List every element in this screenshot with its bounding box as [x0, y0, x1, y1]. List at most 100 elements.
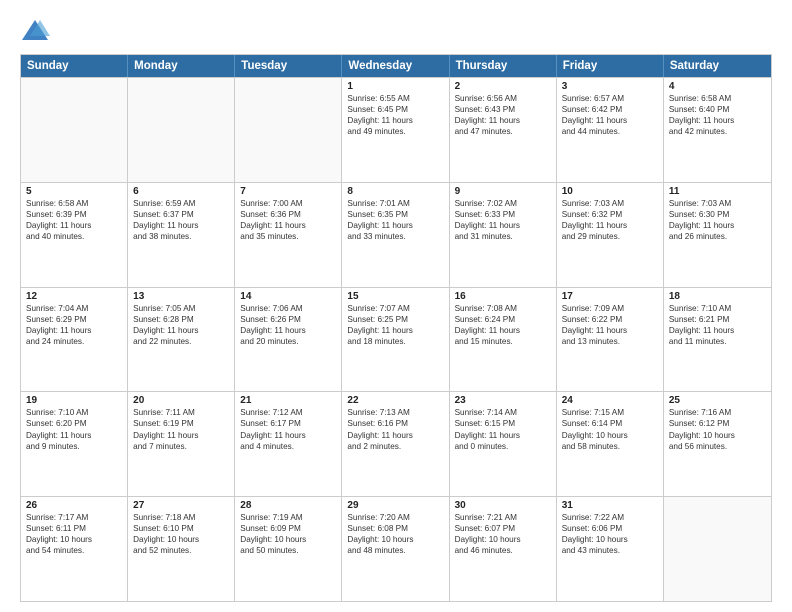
- day-number: 28: [240, 500, 336, 511]
- day-number: 22: [347, 395, 443, 406]
- calendar-header: SundayMondayTuesdayWednesdayThursdayFrid…: [21, 55, 771, 77]
- day-header-wednesday: Wednesday: [342, 55, 449, 77]
- day-info: Sunrise: 7:19 AM Sunset: 6:09 PM Dayligh…: [240, 512, 336, 556]
- empty-cell: [235, 78, 342, 182]
- calendar: SundayMondayTuesdayWednesdayThursdayFrid…: [20, 54, 772, 602]
- day-header-friday: Friday: [557, 55, 664, 77]
- day-info: Sunrise: 6:59 AM Sunset: 6:37 PM Dayligh…: [133, 198, 229, 242]
- day-cell-14: 14Sunrise: 7:06 AM Sunset: 6:26 PM Dayli…: [235, 288, 342, 392]
- day-info: Sunrise: 7:10 AM Sunset: 6:20 PM Dayligh…: [26, 407, 122, 451]
- day-info: Sunrise: 7:13 AM Sunset: 6:16 PM Dayligh…: [347, 407, 443, 451]
- header: [20, 16, 772, 46]
- day-number: 3: [562, 81, 658, 92]
- day-info: Sunrise: 6:58 AM Sunset: 6:39 PM Dayligh…: [26, 198, 122, 242]
- day-number: 26: [26, 500, 122, 511]
- day-header-sunday: Sunday: [21, 55, 128, 77]
- day-number: 17: [562, 291, 658, 302]
- empty-cell: [664, 497, 771, 601]
- day-info: Sunrise: 7:03 AM Sunset: 6:30 PM Dayligh…: [669, 198, 766, 242]
- day-info: Sunrise: 7:22 AM Sunset: 6:06 PM Dayligh…: [562, 512, 658, 556]
- day-number: 20: [133, 395, 229, 406]
- day-cell-9: 9Sunrise: 7:02 AM Sunset: 6:33 PM Daylig…: [450, 183, 557, 287]
- day-number: 10: [562, 186, 658, 197]
- day-number: 24: [562, 395, 658, 406]
- week-row-2: 5Sunrise: 6:58 AM Sunset: 6:39 PM Daylig…: [21, 182, 771, 287]
- day-number: 12: [26, 291, 122, 302]
- day-info: Sunrise: 7:11 AM Sunset: 6:19 PM Dayligh…: [133, 407, 229, 451]
- day-number: 8: [347, 186, 443, 197]
- day-cell-4: 4Sunrise: 6:58 AM Sunset: 6:40 PM Daylig…: [664, 78, 771, 182]
- page: SundayMondayTuesdayWednesdayThursdayFrid…: [0, 0, 792, 612]
- day-number: 13: [133, 291, 229, 302]
- day-number: 11: [669, 186, 766, 197]
- day-info: Sunrise: 7:10 AM Sunset: 6:21 PM Dayligh…: [669, 303, 766, 347]
- day-cell-11: 11Sunrise: 7:03 AM Sunset: 6:30 PM Dayli…: [664, 183, 771, 287]
- day-cell-24: 24Sunrise: 7:15 AM Sunset: 6:14 PM Dayli…: [557, 392, 664, 496]
- day-info: Sunrise: 6:58 AM Sunset: 6:40 PM Dayligh…: [669, 93, 766, 137]
- day-info: Sunrise: 7:06 AM Sunset: 6:26 PM Dayligh…: [240, 303, 336, 347]
- empty-cell: [21, 78, 128, 182]
- day-cell-30: 30Sunrise: 7:21 AM Sunset: 6:07 PM Dayli…: [450, 497, 557, 601]
- day-number: 7: [240, 186, 336, 197]
- logo-icon: [20, 16, 50, 46]
- day-header-monday: Monday: [128, 55, 235, 77]
- day-info: Sunrise: 7:18 AM Sunset: 6:10 PM Dayligh…: [133, 512, 229, 556]
- day-cell-19: 19Sunrise: 7:10 AM Sunset: 6:20 PM Dayli…: [21, 392, 128, 496]
- day-number: 4: [669, 81, 766, 92]
- day-number: 19: [26, 395, 122, 406]
- day-info: Sunrise: 6:55 AM Sunset: 6:45 PM Dayligh…: [347, 93, 443, 137]
- day-number: 23: [455, 395, 551, 406]
- day-info: Sunrise: 7:04 AM Sunset: 6:29 PM Dayligh…: [26, 303, 122, 347]
- day-cell-12: 12Sunrise: 7:04 AM Sunset: 6:29 PM Dayli…: [21, 288, 128, 392]
- day-number: 1: [347, 81, 443, 92]
- day-info: Sunrise: 7:07 AM Sunset: 6:25 PM Dayligh…: [347, 303, 443, 347]
- day-number: 27: [133, 500, 229, 511]
- day-info: Sunrise: 7:20 AM Sunset: 6:08 PM Dayligh…: [347, 512, 443, 556]
- day-cell-22: 22Sunrise: 7:13 AM Sunset: 6:16 PM Dayli…: [342, 392, 449, 496]
- week-row-1: 1Sunrise: 6:55 AM Sunset: 6:45 PM Daylig…: [21, 77, 771, 182]
- day-info: Sunrise: 7:16 AM Sunset: 6:12 PM Dayligh…: [669, 407, 766, 451]
- day-info: Sunrise: 7:01 AM Sunset: 6:35 PM Dayligh…: [347, 198, 443, 242]
- day-info: Sunrise: 7:02 AM Sunset: 6:33 PM Dayligh…: [455, 198, 551, 242]
- day-number: 31: [562, 500, 658, 511]
- day-number: 15: [347, 291, 443, 302]
- day-cell-26: 26Sunrise: 7:17 AM Sunset: 6:11 PM Dayli…: [21, 497, 128, 601]
- calendar-body: 1Sunrise: 6:55 AM Sunset: 6:45 PM Daylig…: [21, 77, 771, 601]
- day-cell-27: 27Sunrise: 7:18 AM Sunset: 6:10 PM Dayli…: [128, 497, 235, 601]
- empty-cell: [128, 78, 235, 182]
- day-info: Sunrise: 6:57 AM Sunset: 6:42 PM Dayligh…: [562, 93, 658, 137]
- day-number: 18: [669, 291, 766, 302]
- day-cell-20: 20Sunrise: 7:11 AM Sunset: 6:19 PM Dayli…: [128, 392, 235, 496]
- day-number: 21: [240, 395, 336, 406]
- day-cell-2: 2Sunrise: 6:56 AM Sunset: 6:43 PM Daylig…: [450, 78, 557, 182]
- day-cell-16: 16Sunrise: 7:08 AM Sunset: 6:24 PM Dayli…: [450, 288, 557, 392]
- day-cell-3: 3Sunrise: 6:57 AM Sunset: 6:42 PM Daylig…: [557, 78, 664, 182]
- day-number: 9: [455, 186, 551, 197]
- day-number: 14: [240, 291, 336, 302]
- day-info: Sunrise: 7:08 AM Sunset: 6:24 PM Dayligh…: [455, 303, 551, 347]
- day-info: Sunrise: 6:56 AM Sunset: 6:43 PM Dayligh…: [455, 93, 551, 137]
- day-header-tuesday: Tuesday: [235, 55, 342, 77]
- day-number: 5: [26, 186, 122, 197]
- week-row-4: 19Sunrise: 7:10 AM Sunset: 6:20 PM Dayli…: [21, 391, 771, 496]
- day-cell-15: 15Sunrise: 7:07 AM Sunset: 6:25 PM Dayli…: [342, 288, 449, 392]
- day-header-saturday: Saturday: [664, 55, 771, 77]
- day-info: Sunrise: 7:00 AM Sunset: 6:36 PM Dayligh…: [240, 198, 336, 242]
- day-header-thursday: Thursday: [450, 55, 557, 77]
- day-cell-21: 21Sunrise: 7:12 AM Sunset: 6:17 PM Dayli…: [235, 392, 342, 496]
- day-cell-7: 7Sunrise: 7:00 AM Sunset: 6:36 PM Daylig…: [235, 183, 342, 287]
- day-cell-25: 25Sunrise: 7:16 AM Sunset: 6:12 PM Dayli…: [664, 392, 771, 496]
- day-info: Sunrise: 7:21 AM Sunset: 6:07 PM Dayligh…: [455, 512, 551, 556]
- day-cell-29: 29Sunrise: 7:20 AM Sunset: 6:08 PM Dayli…: [342, 497, 449, 601]
- day-number: 30: [455, 500, 551, 511]
- day-cell-17: 17Sunrise: 7:09 AM Sunset: 6:22 PM Dayli…: [557, 288, 664, 392]
- day-cell-8: 8Sunrise: 7:01 AM Sunset: 6:35 PM Daylig…: [342, 183, 449, 287]
- day-cell-13: 13Sunrise: 7:05 AM Sunset: 6:28 PM Dayli…: [128, 288, 235, 392]
- day-cell-5: 5Sunrise: 6:58 AM Sunset: 6:39 PM Daylig…: [21, 183, 128, 287]
- day-info: Sunrise: 7:05 AM Sunset: 6:28 PM Dayligh…: [133, 303, 229, 347]
- day-number: 2: [455, 81, 551, 92]
- day-info: Sunrise: 7:12 AM Sunset: 6:17 PM Dayligh…: [240, 407, 336, 451]
- day-cell-23: 23Sunrise: 7:14 AM Sunset: 6:15 PM Dayli…: [450, 392, 557, 496]
- day-cell-28: 28Sunrise: 7:19 AM Sunset: 6:09 PM Dayli…: [235, 497, 342, 601]
- day-info: Sunrise: 7:14 AM Sunset: 6:15 PM Dayligh…: [455, 407, 551, 451]
